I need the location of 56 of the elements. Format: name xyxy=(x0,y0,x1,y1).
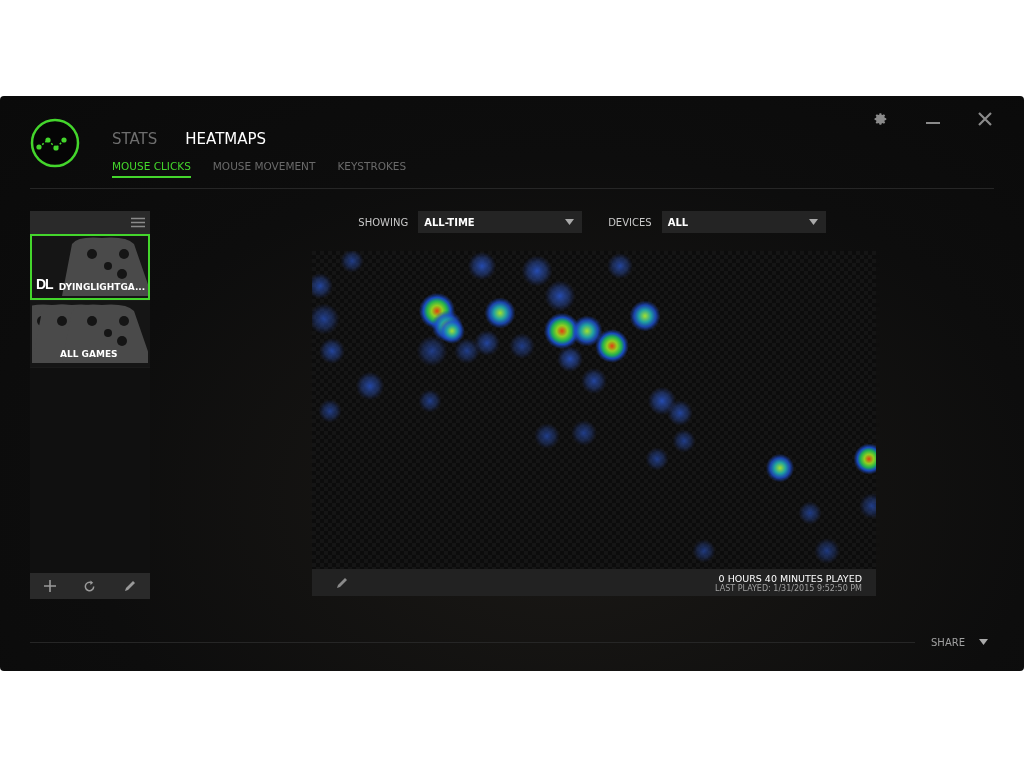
heat-spot xyxy=(571,315,603,347)
nav-tab[interactable]: STATS xyxy=(112,130,158,148)
share-button[interactable]: SHARE xyxy=(931,636,994,648)
sub-tab[interactable]: MOUSE MOVEMENT xyxy=(212,160,316,178)
close-icon[interactable] xyxy=(976,110,994,128)
logo-icon xyxy=(30,118,80,168)
filter-label: SHOWING xyxy=(358,216,409,228)
caret-icon xyxy=(808,219,818,225)
heat-spot xyxy=(340,251,364,273)
sub-tab[interactable]: KEYSTROKES xyxy=(337,160,407,178)
heat-spot xyxy=(765,453,795,483)
heat-spot xyxy=(416,335,448,367)
game-card[interactable]: DL DYINGLIGHTGA... xyxy=(30,234,150,300)
game-logo: DL xyxy=(36,276,53,292)
playtime-text: 0 HOURS 40 MINUTES PLAYED xyxy=(718,572,862,584)
nav-tab[interactable]: HEATMAPS xyxy=(185,130,267,148)
heat-spot xyxy=(509,333,535,359)
heat-spot xyxy=(647,386,677,416)
last-played-text: LAST PLAYED: 1/31/2015 9:52:50 PM xyxy=(715,583,862,593)
heat-spot xyxy=(319,338,345,364)
heat-spot xyxy=(814,538,840,564)
heat-spot xyxy=(667,400,693,426)
filter-label: DEVICES xyxy=(608,216,652,228)
heat-spot xyxy=(595,329,629,363)
game-name: DYINGLIGHTGA... xyxy=(58,282,146,292)
heat-spot xyxy=(581,368,607,394)
heat-spot xyxy=(454,338,480,364)
sub-tab[interactable]: MOUSE CLICKS xyxy=(112,160,191,178)
caret-icon xyxy=(979,639,988,645)
heat-spot xyxy=(474,330,500,356)
heat-spot xyxy=(571,420,597,446)
heat-spot xyxy=(484,297,516,329)
heat-spot xyxy=(312,273,333,299)
caret-icon xyxy=(565,219,575,225)
heat-spot xyxy=(692,539,716,563)
heat-spot xyxy=(467,251,497,281)
heat-spot xyxy=(672,429,696,453)
heat-spot xyxy=(607,253,633,279)
heat-spot xyxy=(534,423,560,449)
add-icon[interactable] xyxy=(41,578,58,594)
heat-spot xyxy=(418,389,442,413)
heat-spot xyxy=(798,501,822,525)
heat-spot xyxy=(355,371,385,401)
heat-spot xyxy=(859,493,876,519)
heat-spot xyxy=(318,399,342,423)
heat-spot xyxy=(544,280,576,312)
heat-spot xyxy=(312,303,340,335)
filter-dropdown[interactable]: ALL xyxy=(661,211,826,233)
heat-spot xyxy=(521,255,553,287)
heat-spot xyxy=(853,443,876,475)
heat-spot xyxy=(629,300,661,332)
menu-icon[interactable] xyxy=(129,215,147,230)
game-card[interactable]: ALL GAMES xyxy=(30,301,150,367)
filter-dropdown[interactable]: ALL-TIME xyxy=(418,211,583,233)
heat-spot xyxy=(645,447,669,471)
game-name: ALL GAMES xyxy=(60,349,118,359)
